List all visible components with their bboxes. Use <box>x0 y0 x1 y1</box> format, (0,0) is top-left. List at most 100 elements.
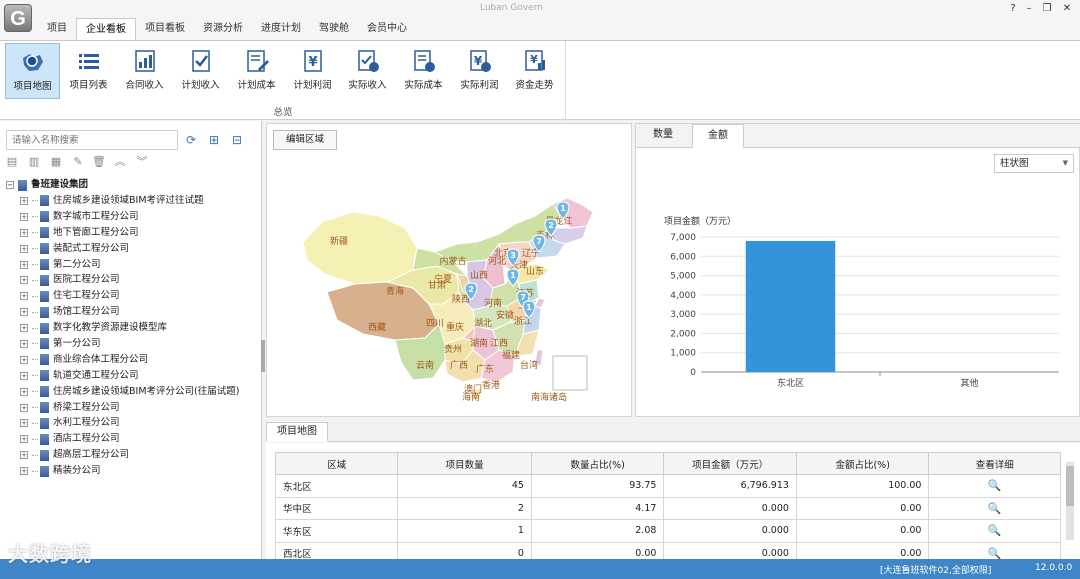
view-detail-icon[interactable]: 🔍 <box>928 496 1061 520</box>
tree-connector <box>32 359 38 361</box>
table-row[interactable]: 东北区 45 93.75 6,796.913 100.00 🔍 <box>274 474 1061 498</box>
column-header-region[interactable]: 区域 <box>274 452 399 475</box>
tree-item[interactable]: + 商业综合体工程分公司 <box>6 352 258 368</box>
menu-tab-enterprise-board[interactable]: 企业看板 <box>76 18 136 40</box>
minimize-icon[interactable]: – <box>1020 2 1038 16</box>
expand-toggle-icon[interactable]: + <box>20 419 28 428</box>
add-node-icon[interactable]: ▤ <box>5 155 19 169</box>
refresh-icon[interactable]: ⟳ <box>184 133 198 147</box>
ribbon-button-project-map[interactable]: 项目地图 <box>5 43 60 99</box>
tree-item[interactable]: + 装配式工程分公司 <box>6 241 258 257</box>
expand-toggle-icon[interactable]: + <box>20 196 28 205</box>
expand-toggle-icon[interactable]: + <box>20 451 28 460</box>
expand-toggle-icon[interactable]: + <box>20 403 28 412</box>
tree-item[interactable]: + 场馆工程分公司 <box>6 304 258 320</box>
table-cell: 华东区 <box>274 519 399 543</box>
ribbon-button-actual-cost[interactable]: 实际成本 <box>396 43 451 99</box>
ribbon-button-planned-income[interactable]: 计划收入 <box>173 43 228 99</box>
table-row[interactable]: 华东区 1 2.08 0.000 0.00 🔍 <box>274 519 1061 543</box>
column-header-detail[interactable]: 查看详细 <box>928 452 1061 475</box>
tree-item[interactable]: + 酒店工程分公司 <box>6 431 258 447</box>
menu-tab-project[interactable]: 项目 <box>38 18 76 40</box>
ribbon-button-contract-income[interactable]: 合同收入 <box>117 43 172 99</box>
expand-toggle-icon[interactable]: + <box>20 228 28 237</box>
expand-toggle-icon[interactable]: + <box>20 324 28 333</box>
expand-toggle-icon[interactable]: + <box>20 292 28 301</box>
app-logo-icon[interactable]: G <box>4 4 32 32</box>
tree-item-label: 桥梁工程分公司 <box>53 401 120 413</box>
tab-project-map[interactable]: 项目地图 <box>266 422 328 442</box>
add-child-icon[interactable]: ▥ <box>27 155 41 169</box>
edit-region-button[interactable]: 编辑区域 <box>273 130 337 150</box>
map-region-label: 河南 <box>484 297 502 309</box>
panel-splitter[interactable] <box>261 340 265 372</box>
vertical-scrollbar[interactable] <box>1066 462 1074 540</box>
tree-item[interactable]: + 数字化教学资源建设模型库 <box>6 320 258 336</box>
tree-item[interactable]: + 精装分公司 <box>6 463 258 479</box>
column-header-count-ratio[interactable]: 数量占比(%) <box>530 452 665 475</box>
menu-tab-project-board[interactable]: 项目看板 <box>136 18 194 40</box>
building-icon <box>40 306 49 318</box>
column-header-amount-ratio[interactable]: 金额占比(%) <box>795 452 930 475</box>
scrollbar-thumb[interactable] <box>1066 466 1074 506</box>
tree-item[interactable]: + 住房城乡建设领域BIM考评过往试题 <box>6 193 258 209</box>
move-up-icon[interactable]: ︽ <box>113 155 127 169</box>
tree-item[interactable]: + 第二分公司 <box>6 257 258 273</box>
column-header-count[interactable]: 项目数量 <box>397 452 532 475</box>
expand-toggle-icon[interactable]: + <box>20 467 28 476</box>
tree-item[interactable]: + 轨道交通工程分公司 <box>6 368 258 384</box>
menu-tab-cockpit[interactable]: 驾驶舱 <box>310 18 358 40</box>
expand-toggle-icon[interactable]: + <box>20 276 28 285</box>
tree-item[interactable]: + 医院工程分公司 <box>6 272 258 288</box>
region-table: 区域 项目数量 数量占比(%) 项目金额（万元） 金额占比(%) 查看详细 东北… <box>274 452 1061 559</box>
tree-item[interactable]: + 数字城市工程分公司 <box>6 209 258 225</box>
tree-item[interactable]: + 第一分公司 <box>6 336 258 352</box>
delete-icon[interactable]: 🗑 <box>92 155 106 169</box>
expand-toggle-icon[interactable]: + <box>20 435 28 444</box>
ribbon-button-planned-cost[interactable]: 计划成本 <box>229 43 284 99</box>
search-input[interactable] <box>6 130 178 150</box>
edit-icon[interactable]: ✎ <box>71 155 85 169</box>
table-row[interactable]: 西北区 0 0.00 0.000 0.00 🔍 <box>274 541 1061 559</box>
menu-tab-member-center[interactable]: 会员中心 <box>358 18 416 40</box>
expand-toggle-icon[interactable]: + <box>20 371 28 380</box>
ribbon-button-planned-profit[interactable]: ¥ 计划利润 <box>285 43 340 99</box>
collapse-toggle-icon[interactable]: − <box>6 181 14 189</box>
expand-toggle-icon[interactable]: + <box>20 244 28 253</box>
expand-toggle-icon[interactable]: + <box>20 308 28 317</box>
ribbon-button-fund-trend[interactable]: ¥ 资金走势 <box>507 43 562 99</box>
move-down-icon[interactable]: ︾ <box>135 155 149 169</box>
menu-tab-resource-analysis[interactable]: 资源分析 <box>194 18 252 40</box>
x-tick-label: 东北区 <box>777 377 804 389</box>
view-detail-icon[interactable]: 🔍 <box>928 474 1061 498</box>
tree-item[interactable]: + 桥梁工程分公司 <box>6 400 258 416</box>
table-row[interactable]: 华中区 2 4.17 0.000 0.00 🔍 <box>274 496 1061 520</box>
view-detail-icon[interactable]: 🔍 <box>928 541 1061 559</box>
ribbon-button-project-list[interactable]: 项目列表 <box>61 43 116 99</box>
expand-toggle-icon[interactable]: + <box>20 260 28 269</box>
tree-item[interactable]: + 住宅工程分公司 <box>6 288 258 304</box>
column-header-amount[interactable]: 项目金额（万元） <box>663 452 797 475</box>
restore-icon[interactable]: ❐ <box>1038 2 1056 16</box>
expand-toggle-icon[interactable]: + <box>20 339 28 348</box>
expand-toggle-icon[interactable]: + <box>20 355 28 364</box>
tree-item[interactable]: + 水利工程分公司 <box>6 415 258 431</box>
china-map[interactable]: 新疆西藏青海甘肃内蒙古宁夏陕西山西河北北京天津辽宁吉林黑龙江山东河南湖北四川 重庆… <box>267 124 633 418</box>
tree-item[interactable]: + 超高层工程分公司 <box>6 447 258 463</box>
menu-tab-schedule[interactable]: 进度计划 <box>252 18 310 40</box>
close-icon[interactable]: ✕ <box>1058 2 1076 16</box>
ribbon-button-actual-income[interactable]: 实际收入 <box>340 43 395 99</box>
import-icon[interactable]: ▦ <box>49 155 63 169</box>
map-region-label: 重庆 <box>446 321 464 333</box>
chart-bar[interactable] <box>745 240 836 372</box>
expand-toggle-icon[interactable]: + <box>20 212 28 221</box>
tree-root[interactable]: − 鲁班建设集团 <box>6 177 258 193</box>
collapse-all-icon[interactable]: ⊟ <box>230 133 244 147</box>
ribbon-button-actual-profit[interactable]: ¥ 实际利润 <box>452 43 507 99</box>
map-marker-count: 1 <box>526 303 532 312</box>
expand-toggle-icon[interactable]: + <box>20 387 28 396</box>
tree-item[interactable]: + 住房城乡建设领域BIM考评分公司(往届试题) <box>6 384 258 400</box>
expand-all-icon[interactable]: ⊞ <box>207 133 221 147</box>
view-detail-icon[interactable]: 🔍 <box>928 519 1061 543</box>
tree-item[interactable]: + 地下管廊工程分公司 <box>6 225 258 241</box>
